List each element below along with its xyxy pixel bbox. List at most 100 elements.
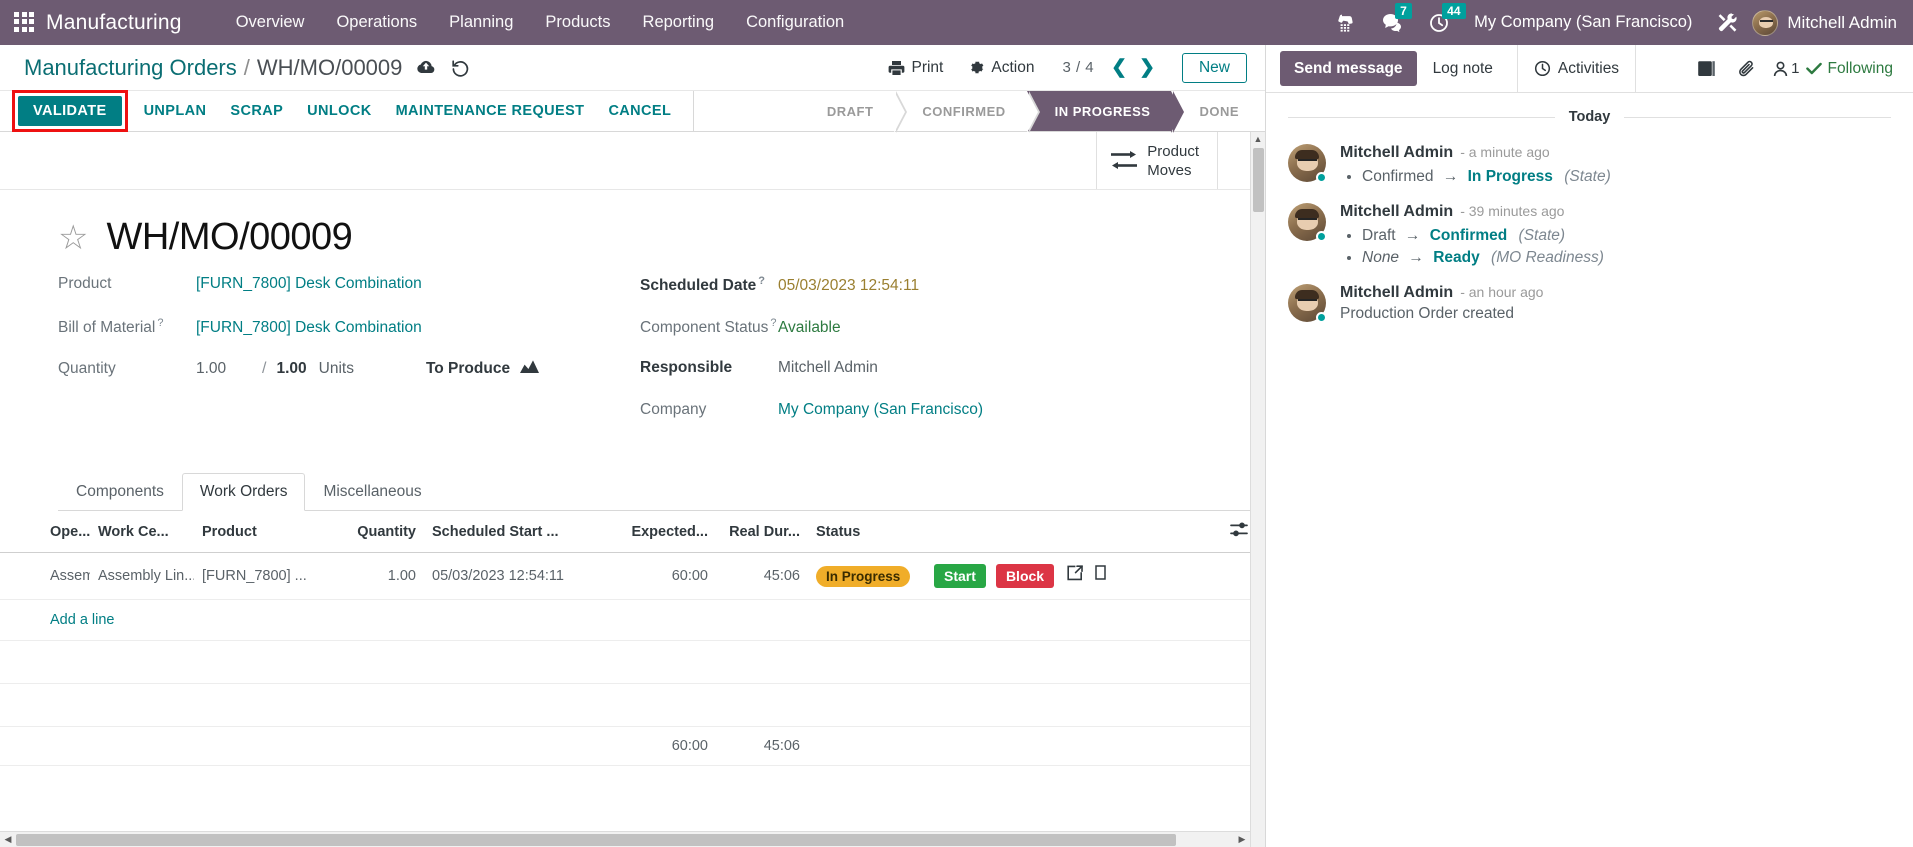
- followers-button[interactable]: 1: [1767, 45, 1805, 92]
- avatar[interactable]: [1288, 144, 1327, 183]
- action-button[interactable]: Action: [969, 59, 1034, 77]
- table-row[interactable]: Assembly Assembly Lin... [FURN_7800] ...…: [0, 552, 1250, 600]
- tab-components[interactable]: Components: [58, 473, 182, 511]
- menu-overview[interactable]: Overview: [220, 0, 321, 45]
- hscroll-thumb[interactable]: [16, 833, 1176, 846]
- undo-discard-icon[interactable]: [450, 59, 470, 77]
- scroll-right-arrow-icon[interactable]: ▶: [1234, 834, 1250, 845]
- avatar[interactable]: [1288, 284, 1327, 323]
- menu-configuration[interactable]: Configuration: [730, 0, 860, 45]
- menu-planning[interactable]: Planning: [433, 0, 529, 45]
- cell-expected-duration[interactable]: 60:00: [616, 552, 716, 600]
- app-brand-manufacturing[interactable]: Manufacturing: [46, 11, 182, 35]
- print-button[interactable]: Print: [888, 59, 943, 77]
- apps-grid-icon[interactable]: [14, 11, 36, 34]
- open-record-icon[interactable]: [1058, 565, 1087, 585]
- activities-button[interactable]: Activities: [1516, 45, 1637, 92]
- cell-operation[interactable]: Assembly: [0, 552, 90, 600]
- duplicate-row-icon[interactable]: [1087, 565, 1109, 585]
- hscroll-track[interactable]: [16, 831, 1234, 847]
- cell-scheduled-start[interactable]: 05/03/2023 12:54:11: [424, 552, 616, 600]
- help-icon[interactable]: ?: [157, 317, 163, 329]
- menu-reporting[interactable]: Reporting: [627, 0, 731, 45]
- tab-work-orders[interactable]: Work Orders: [181, 473, 306, 511]
- unlock-button[interactable]: UNLOCK: [295, 95, 383, 127]
- company-switcher[interactable]: My Company (San Francisco): [1474, 13, 1692, 32]
- log-note-button[interactable]: Log note: [1417, 45, 1509, 92]
- col-operation[interactable]: Ope...: [0, 511, 90, 553]
- avatar[interactable]: [1288, 203, 1327, 242]
- message-timestamp: - 39 minutes ago: [1460, 203, 1565, 219]
- cell-quantity[interactable]: 1.00: [346, 552, 424, 600]
- menu-operations[interactable]: Operations: [320, 0, 433, 45]
- paperclip-icon[interactable]: [1727, 45, 1767, 92]
- status-draft[interactable]: DRAFT: [798, 91, 907, 133]
- phone-icon[interactable]: [1336, 13, 1356, 33]
- day-separator: Today: [1288, 93, 1891, 135]
- status-in-progress[interactable]: IN PROGRESS: [1026, 91, 1185, 133]
- col-expected-duration[interactable]: Expected...: [616, 511, 716, 553]
- field-responsible-value[interactable]: Mitchell Admin: [778, 359, 878, 377]
- column-settings-icon[interactable]: [1222, 511, 1250, 553]
- status-badge: In Progress: [816, 565, 911, 587]
- cell-product[interactable]: [FURN_7800] ...: [194, 552, 346, 600]
- col-quantity[interactable]: Quantity: [346, 511, 424, 553]
- clock-icon[interactable]: 44: [1429, 2, 1466, 33]
- scroll-up-arrow-icon[interactable]: ▲: [1254, 132, 1263, 146]
- new-button[interactable]: New: [1181, 52, 1247, 83]
- tab-miscellaneous[interactable]: Miscellaneous: [305, 473, 439, 511]
- vscroll-thumb[interactable]: [1252, 148, 1264, 212]
- scroll-left-arrow-icon[interactable]: ◀: [0, 834, 16, 845]
- col-real-duration[interactable]: Real Dur...: [716, 511, 808, 553]
- menu-products[interactable]: Products: [529, 0, 626, 45]
- print-label: Print: [911, 58, 944, 76]
- field-bom-value[interactable]: [FURN_7800] Desk Combination: [196, 319, 422, 337]
- col-scheduled-start[interactable]: Scheduled Start ...: [424, 511, 616, 553]
- smart-button-box: Product Moves: [0, 132, 1250, 190]
- status-confirmed[interactable]: CONFIRMED: [894, 91, 1040, 133]
- col-product[interactable]: Product: [194, 511, 346, 553]
- unplan-button[interactable]: UNPLAN: [132, 95, 219, 127]
- block-button[interactable]: Block: [995, 564, 1055, 588]
- forecast-chart-icon[interactable]: [520, 359, 540, 378]
- chevron-left-icon[interactable]: ❮: [1106, 58, 1132, 77]
- maintenance-request-button[interactable]: MAINTENANCE REQUEST: [384, 95, 597, 127]
- cell-work-center[interactable]: Assembly Lin...: [90, 552, 194, 600]
- cancel-button[interactable]: CANCEL: [596, 95, 683, 127]
- col-work-center[interactable]: Work Ce...: [90, 511, 194, 553]
- messages-icon[interactable]: 7: [1382, 3, 1412, 32]
- smart-button-line1: Product: [1147, 142, 1199, 160]
- tracking-value-list: Draft → Confirmed (State) None → Ready (…: [1362, 225, 1891, 269]
- field-company-value[interactable]: My Company (San Francisco): [778, 401, 983, 419]
- field-scheduled-date-value[interactable]: 05/03/2023 12:54:11: [778, 277, 919, 295]
- validate-highlight-box: VALIDATE: [12, 90, 128, 132]
- horizontal-scrollbar[interactable]: ◀ ▶: [0, 831, 1250, 847]
- product-moves-smart-button[interactable]: Product Moves: [1096, 132, 1218, 189]
- field-product-value[interactable]: [FURN_7800] Desk Combination: [196, 275, 422, 293]
- field-quantity-done[interactable]: 1.00: [196, 360, 252, 378]
- user-menu[interactable]: Mitchell Admin: [1752, 9, 1897, 36]
- validate-button[interactable]: VALIDATE: [18, 96, 122, 126]
- help-icon[interactable]: ?: [758, 275, 765, 287]
- status-done[interactable]: DONE: [1171, 91, 1265, 131]
- cloud-save-icon[interactable]: [416, 59, 436, 76]
- message-author[interactable]: Mitchell Admin: [1340, 144, 1453, 162]
- chevron-right-icon[interactable]: ❯: [1134, 58, 1160, 77]
- cell-real-duration[interactable]: 45:06: [716, 552, 808, 600]
- star-favorite-icon[interactable]: ☆: [58, 221, 88, 255]
- book-icon[interactable]: [1686, 45, 1727, 92]
- following-toggle[interactable]: Following: [1805, 45, 1913, 92]
- add-a-line-button[interactable]: Add a line: [0, 600, 1250, 640]
- start-button[interactable]: Start: [934, 564, 986, 588]
- vertical-scrollbar[interactable]: ▲: [1250, 132, 1265, 847]
- field-product-label: Product: [58, 275, 112, 292]
- help-icon[interactable]: ?: [770, 317, 776, 329]
- send-message-button[interactable]: Send message: [1280, 51, 1417, 86]
- tools-icon[interactable]: [1717, 12, 1739, 34]
- col-status[interactable]: Status: [808, 511, 926, 553]
- field-scheduled-date: Scheduled Date? 05/03/2023 12:54:11: [640, 275, 1160, 317]
- scrap-button[interactable]: SCRAP: [218, 95, 295, 127]
- breadcrumb-parent-link[interactable]: Manufacturing Orders: [24, 55, 237, 81]
- message-author[interactable]: Mitchell Admin: [1340, 203, 1453, 221]
- message-author[interactable]: Mitchell Admin: [1340, 284, 1453, 302]
